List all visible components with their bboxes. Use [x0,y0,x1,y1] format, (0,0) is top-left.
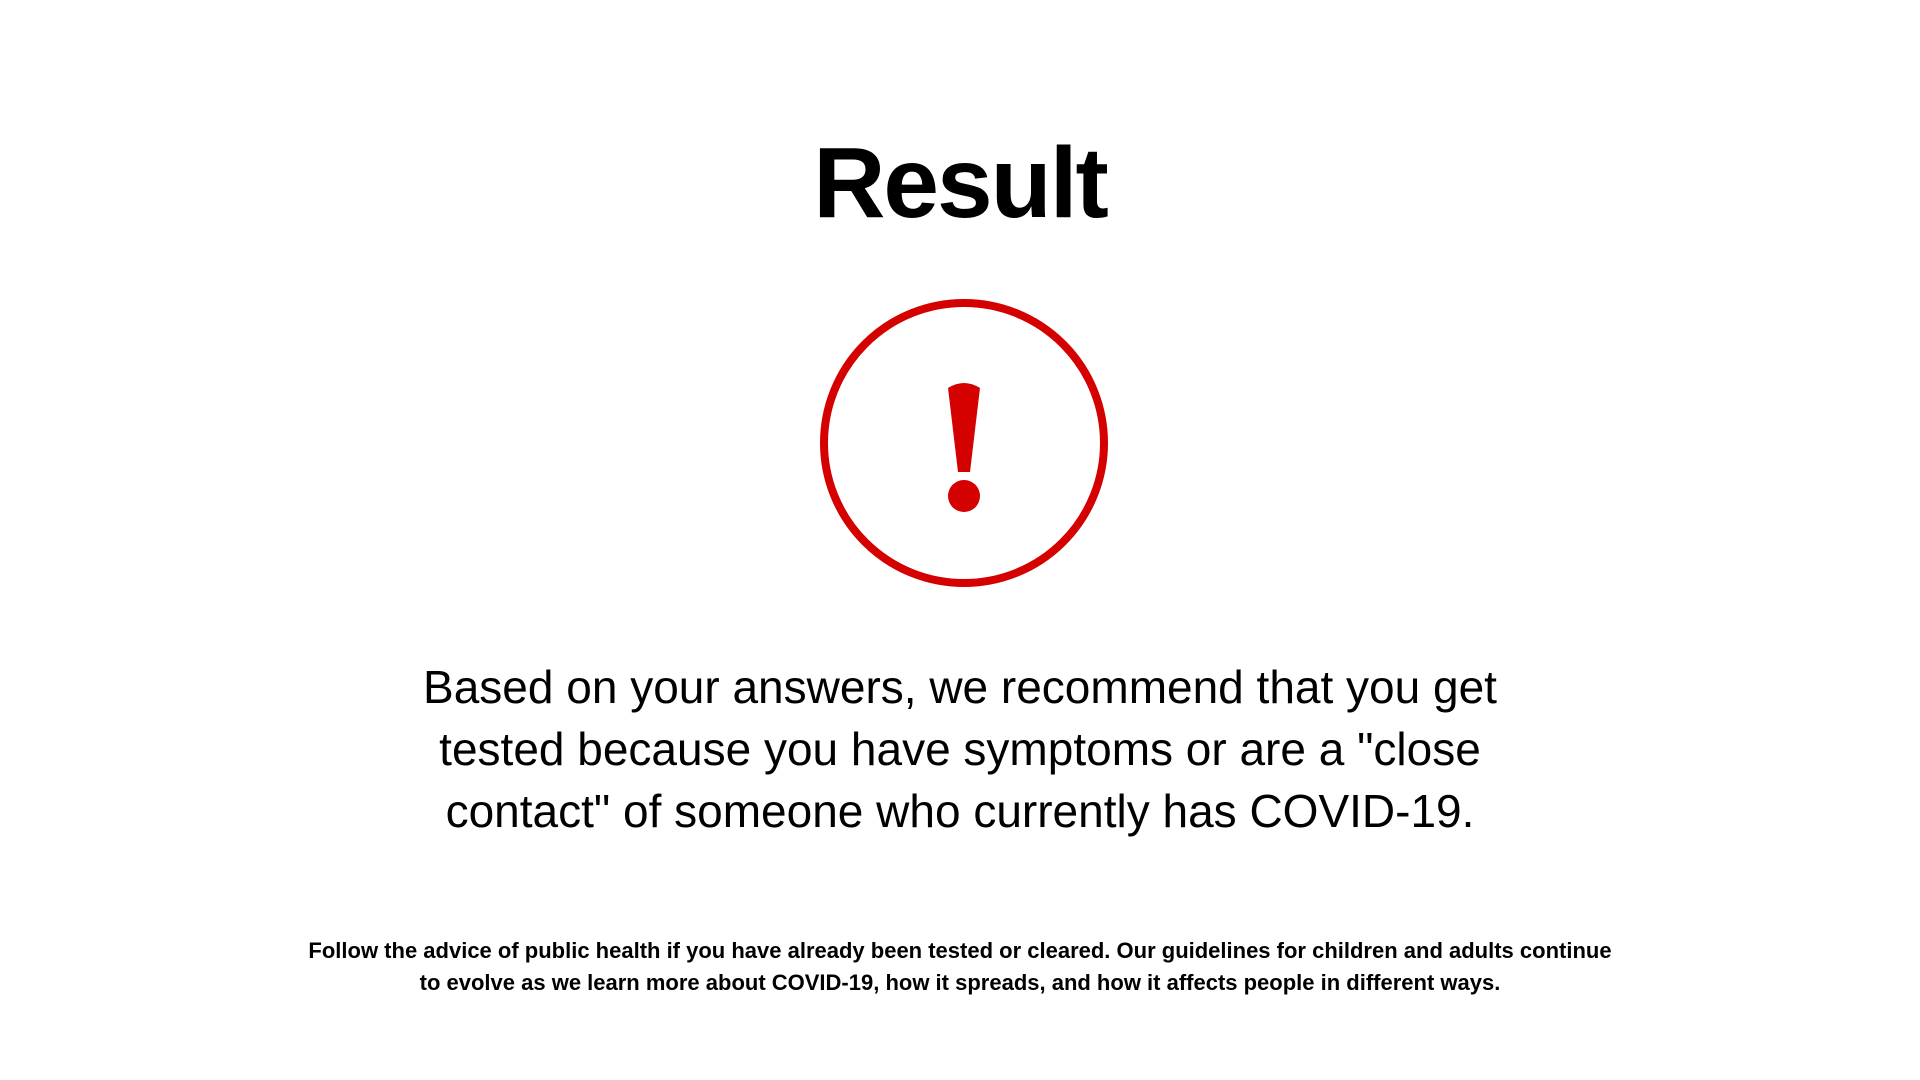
recommendation-text: Based on your answers, we recommend that… [423,661,1497,837]
exclamation-circle-icon [820,299,1108,587]
exclamation-bar [948,383,980,472]
result-page: Result Based on your answers, we recomme… [0,0,1920,1080]
exclamation-dot [948,480,980,512]
disclaimer-text: Follow the advice of public health if yo… [308,938,1612,995]
page-title: Result [813,127,1109,239]
